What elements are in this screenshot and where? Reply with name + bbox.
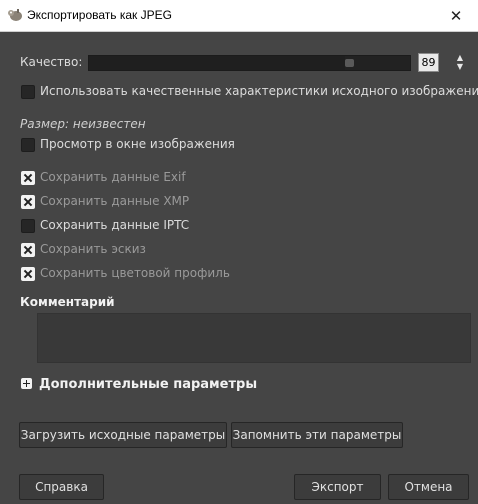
size-info: Размер: неизвестен xyxy=(20,117,146,131)
preview-label[interactable]: Просмотр в окне изображения xyxy=(40,137,235,151)
save-color-profile-checkbox[interactable] xyxy=(21,267,35,281)
close-icon[interactable]: ✕ xyxy=(434,0,478,31)
title-bar: Экспортировать как JPEG ✕ xyxy=(0,0,478,32)
save-iptc-label[interactable]: Сохранить данные IPTC xyxy=(40,218,189,232)
save-exif-checkbox[interactable] xyxy=(21,171,35,185)
export-button[interactable]: Экспорт xyxy=(294,474,381,500)
save-iptc-checkbox[interactable] xyxy=(21,219,35,233)
comment-label: Комментарий xyxy=(20,295,115,309)
save-color-profile-label[interactable]: Сохранить цветовой профиль xyxy=(40,266,230,280)
quality-spin-value[interactable]: 89 xyxy=(418,53,439,72)
use-original-quality-label[interactable]: Использовать качественные характеристики… xyxy=(40,84,478,98)
save-defaults-button[interactable]: Запомнить эти параметры xyxy=(231,422,403,448)
save-thumbnail-label[interactable]: Сохранить эскиз xyxy=(40,242,146,256)
quality-label: Качество: xyxy=(20,55,83,69)
spin-arrows-icon[interactable]: ▲ ▼ xyxy=(453,53,467,71)
window-title: Экспортировать как JPEG xyxy=(27,8,172,22)
advanced-options-expander[interactable]: Дополнительные параметры xyxy=(39,377,257,392)
quality-slider-thumb[interactable] xyxy=(345,59,354,67)
quality-slider[interactable] xyxy=(88,55,411,71)
help-button[interactable]: Справка xyxy=(19,474,104,500)
save-thumbnail-checkbox[interactable] xyxy=(21,243,35,257)
save-exif-label[interactable]: Сохранить данные Exif xyxy=(40,170,186,184)
comment-textarea[interactable] xyxy=(37,313,471,363)
save-xmp-label[interactable]: Сохранить данные XMP xyxy=(40,194,189,208)
quality-slider-fill xyxy=(89,56,345,70)
load-defaults-button[interactable]: Загрузить исходные параметры xyxy=(19,422,227,448)
plus-expander-icon[interactable] xyxy=(21,378,32,389)
use-original-quality-checkbox[interactable] xyxy=(21,85,35,99)
preview-checkbox[interactable] xyxy=(21,138,35,152)
gimp-wilber-icon xyxy=(8,9,22,21)
save-xmp-checkbox[interactable] xyxy=(21,195,35,209)
cancel-button[interactable]: Отмена xyxy=(388,474,469,500)
